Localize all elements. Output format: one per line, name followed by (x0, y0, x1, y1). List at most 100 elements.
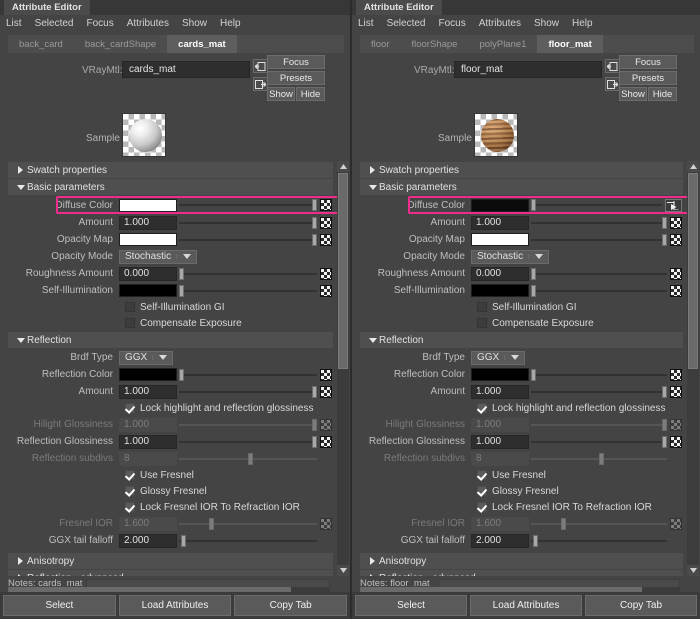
scroll-up-icon-right[interactable] (687, 161, 699, 172)
material-sample-swatch-right[interactable] (474, 113, 518, 157)
load-attributes-button-right[interactable]: Load Attributes (470, 595, 582, 616)
node-tab-back-card[interactable]: back_card (8, 35, 74, 53)
node-tab-floorshape[interactable]: floorShape (400, 35, 468, 53)
ggx-tail-falloff-slider-left[interactable] (179, 534, 317, 548)
brdf-type-dropdown-left[interactable]: GGX (119, 350, 173, 365)
output-connection-icon-left[interactable] (253, 77, 268, 91)
menu-show[interactable]: Show (182, 18, 207, 29)
menu-selected[interactable]: Selected (35, 18, 74, 29)
lock-fresnel-ior-checkbox-right[interactable] (477, 502, 487, 512)
show-button-right[interactable]: Show (619, 87, 647, 101)
scroll-down-icon-left[interactable] (337, 565, 349, 576)
ggx-tail-falloff-field-left[interactable]: 2.000 (119, 533, 177, 548)
roughness-amount-field-right[interactable]: 0.000 (471, 266, 529, 281)
reflection-color-map-button-left[interactable] (320, 368, 332, 381)
reflection-amount-slider-left[interactable] (179, 385, 317, 399)
compensate-exposure-checkbox-right[interactable] (477, 318, 487, 328)
menu-show[interactable]: Show (534, 18, 559, 29)
scroll-down-icon-right[interactable] (687, 565, 699, 576)
menu-attributes[interactable]: Attributes (127, 18, 169, 29)
scroll-thumb-left[interactable] (338, 173, 348, 369)
self-illumination-gi-checkbox-right[interactable] (477, 302, 487, 312)
scroll-up-icon-left[interactable] (337, 161, 349, 172)
reflection-glossiness-map-button-right[interactable] (670, 435, 682, 448)
menu-help[interactable]: Help (220, 18, 241, 29)
section-basic-parameters-left[interactable]: Basic parameters (8, 179, 333, 195)
diffuse-color-texture-button-right[interactable] (665, 198, 682, 212)
self-illumination-map-button-left[interactable] (320, 284, 332, 297)
opacity-map-swatch-right[interactable] (471, 233, 529, 246)
roughness-amount-field-left[interactable]: 0.000 (119, 266, 177, 281)
node-tab-polyplane1[interactable]: polyPlane1 (468, 35, 537, 53)
roughness-amount-slider-right[interactable] (531, 267, 667, 281)
section-reflection-right[interactable]: Reflection (360, 332, 683, 348)
reflection-amount-map-button-right[interactable] (670, 385, 682, 398)
glossy-fresnel-checkbox-right[interactable] (477, 486, 487, 496)
menu-focus[interactable]: Focus (438, 18, 465, 29)
lock-glossiness-checkbox-left[interactable] (125, 403, 135, 413)
node-name-field-right[interactable]: floor_mat (454, 61, 602, 78)
self-illumination-swatch-right[interactable] (471, 284, 529, 297)
diffuse-color-map-button-left[interactable] (320, 199, 332, 211)
node-name-field-left[interactable]: cards_mat (122, 61, 250, 78)
horizontal-scrollbar-right[interactable] (360, 587, 680, 592)
self-illumination-map-button-right[interactable] (670, 284, 682, 297)
glossy-fresnel-checkbox-left[interactable] (125, 486, 135, 496)
input-connection-icon-right[interactable] (605, 59, 620, 73)
ggx-tail-falloff-slider-right[interactable] (531, 534, 667, 548)
opacity-mode-dropdown-left[interactable]: Stochastic (119, 249, 197, 264)
self-illumination-swatch-left[interactable] (119, 284, 177, 297)
amount-map-button-right[interactable] (670, 216, 682, 229)
opacity-map-swatch-left[interactable] (119, 233, 177, 246)
diffuse-color-slider-right[interactable] (531, 198, 662, 212)
select-button-left[interactable]: Select (3, 595, 116, 616)
select-button-right[interactable]: Select (355, 595, 467, 616)
self-illumination-slider-right[interactable] (531, 284, 667, 298)
roughness-amount-slider-left[interactable] (179, 267, 317, 281)
section-reflection-left[interactable]: Reflection (8, 332, 333, 348)
copy-tab-button-left[interactable]: Copy Tab (234, 595, 348, 616)
reflection-color-slider-right[interactable] (531, 368, 667, 382)
self-illumination-gi-checkbox-left[interactable] (125, 302, 135, 312)
node-tab-cards-mat[interactable]: cards_mat (167, 35, 237, 53)
output-connection-icon-right[interactable] (605, 77, 620, 91)
reflection-glossiness-map-button-left[interactable] (320, 435, 332, 448)
section-anisotropy-left[interactable]: Anisotropy (8, 553, 333, 569)
menu-attributes[interactable]: Attributes (479, 18, 521, 29)
diffuse-color-swatch-left[interactable] (119, 198, 177, 212)
reflection-amount-field-left[interactable]: 1.000 (119, 384, 177, 399)
use-fresnel-checkbox-right[interactable] (477, 470, 487, 480)
self-illumination-slider-left[interactable] (179, 284, 317, 298)
reflection-color-swatch-left[interactable] (119, 368, 177, 381)
opacity-map-slider-left[interactable] (179, 233, 317, 247)
brdf-type-dropdown-right[interactable]: GGX (471, 350, 525, 365)
reflection-amount-map-button-left[interactable] (320, 385, 332, 398)
hide-button-left[interactable]: Hide (296, 87, 325, 101)
opacity-mode-dropdown-right[interactable]: Stochastic (471, 249, 549, 264)
amount-field-right[interactable]: 1.000 (471, 215, 529, 230)
reflection-amount-slider-right[interactable] (531, 385, 667, 399)
lock-glossiness-checkbox-right[interactable] (477, 403, 487, 413)
compensate-exposure-checkbox-left[interactable] (125, 318, 135, 328)
menu-focus[interactable]: Focus (86, 18, 113, 29)
roughness-amount-map-button-left[interactable] (320, 267, 332, 280)
menu-selected[interactable]: Selected (387, 18, 426, 29)
presets-button-right[interactable]: Presets (619, 71, 677, 85)
node-tab-floor-mat[interactable]: floor_mat (537, 35, 603, 53)
reflection-amount-field-right[interactable]: 1.000 (471, 384, 529, 399)
reflection-color-slider-left[interactable] (179, 368, 317, 382)
node-tab-back-cardshape[interactable]: back_cardShape (74, 35, 167, 53)
reflection-glossiness-slider-right[interactable] (531, 435, 667, 449)
amount-slider-right[interactable] (531, 216, 667, 230)
opacity-map-slider-right[interactable] (531, 233, 667, 247)
horizontal-scrollbar-left[interactable] (8, 587, 330, 592)
reflection-glossiness-field-right[interactable]: 1.000 (471, 434, 529, 449)
hide-button-right[interactable]: Hide (648, 87, 677, 101)
material-sample-swatch-left[interactable] (122, 113, 166, 157)
diffuse-color-swatch-right[interactable] (471, 198, 529, 212)
section-swatch-properties-left[interactable]: Swatch properties (8, 162, 333, 178)
use-fresnel-checkbox-left[interactable] (125, 470, 135, 480)
hscroll-thumb-left[interactable] (8, 587, 292, 592)
load-attributes-button-left[interactable]: Load Attributes (118, 595, 232, 616)
section-basic-parameters-right[interactable]: Basic parameters (360, 179, 683, 195)
